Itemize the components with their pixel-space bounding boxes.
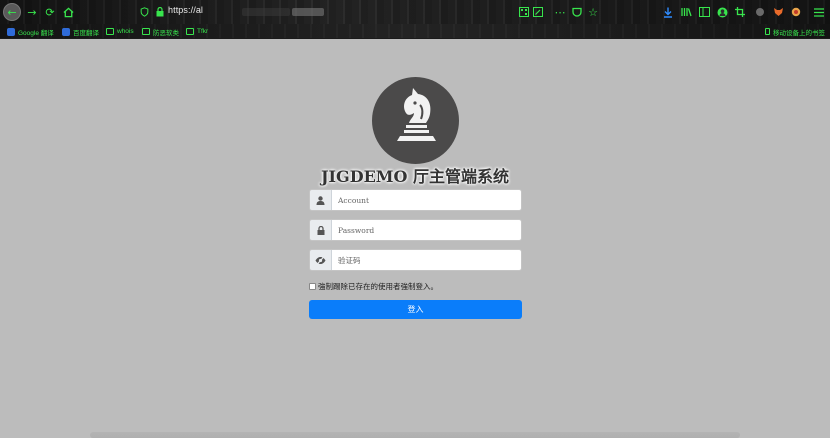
sidebar-icon[interactable] — [696, 4, 712, 20]
folder-icon — [106, 28, 114, 35]
extension-fox-icon[interactable] — [770, 4, 786, 20]
url-text[interactable]: https://al — [168, 5, 203, 15]
url-bar[interactable]: https://al — [132, 4, 542, 20]
folder-icon — [186, 28, 194, 35]
folder-icon — [142, 28, 150, 35]
menu-icon[interactable] — [811, 4, 827, 20]
google-translate-icon — [7, 27, 15, 36]
pocket-icon[interactable] — [569, 4, 585, 20]
bookmark-whois[interactable]: whois — [106, 26, 134, 37]
edit-icon[interactable] — [530, 4, 546, 20]
logo — [372, 77, 459, 164]
bookmark-label: 防恶软类 — [153, 29, 179, 37]
home-icon[interactable] — [60, 4, 76, 20]
back-arrow-icon[interactable]: ← — [3, 3, 21, 21]
account-field — [309, 189, 522, 211]
password-lock-icon — [310, 220, 332, 240]
bookmark-label: Google 翻译 — [18, 29, 54, 37]
account-icon[interactable] — [714, 4, 730, 20]
bookmark-folder-2[interactable]: 防恶软类 — [142, 26, 179, 37]
download-icon[interactable] — [660, 4, 676, 20]
reload-icon[interactable]: ⟳ — [42, 4, 58, 20]
folder-icon — [765, 28, 770, 35]
captcha-input[interactable] — [332, 250, 521, 270]
browser-toolbar: ← → ⟳ https://al ⋯ ☆ — [0, 0, 830, 24]
bookmark-label: 百度翻译 — [73, 29, 99, 37]
extension-icon[interactable] — [752, 4, 768, 20]
eye-slash-icon — [310, 250, 332, 270]
password-input[interactable] — [332, 220, 521, 240]
library-icon[interactable] — [678, 4, 694, 20]
bookmark-google-translate[interactable]: Google 翻译 — [7, 26, 54, 37]
lock-icon[interactable] — [152, 4, 168, 20]
captcha-field — [309, 249, 522, 271]
account-input[interactable] — [332, 190, 521, 210]
bookmark-mobile[interactable]: 移动设备上的书签 — [765, 26, 825, 37]
shield-icon[interactable] — [136, 4, 152, 20]
url-redacted-2 — [292, 8, 324, 16]
login-button[interactable]: 登入 — [309, 300, 522, 319]
baidu-translate-icon — [62, 27, 70, 36]
bookmark-label: whois — [117, 28, 134, 35]
bookmark-baidu-translate[interactable]: 百度翻译 — [62, 26, 99, 37]
url-redacted — [242, 8, 290, 16]
page-title: JIGDEMO 厅主管端系统 — [320, 167, 509, 186]
extension-shield-icon[interactable] — [788, 4, 804, 20]
bookmark-label: Tfkr — [197, 28, 209, 35]
force-login-label: 強制踢除已存在的使用者強制登入。 — [318, 282, 438, 291]
bookmark-tfkr[interactable]: Tfkr — [186, 26, 208, 37]
page-bottom-shadow — [90, 432, 740, 438]
star-icon[interactable]: ☆ — [585, 4, 601, 20]
crop-icon[interactable] — [732, 4, 748, 20]
chess-knight-icon — [397, 88, 436, 141]
force-login-checkbox[interactable] — [309, 283, 316, 290]
bookmark-label: 移动设备上的书签 — [773, 29, 825, 37]
user-icon — [310, 190, 332, 210]
password-field — [309, 219, 522, 241]
more-icon[interactable]: ⋯ — [552, 4, 568, 20]
force-login-row: 強制踢除已存在的使用者強制登入。 — [309, 281, 438, 292]
forward-arrow-icon[interactable]: → — [24, 4, 40, 20]
